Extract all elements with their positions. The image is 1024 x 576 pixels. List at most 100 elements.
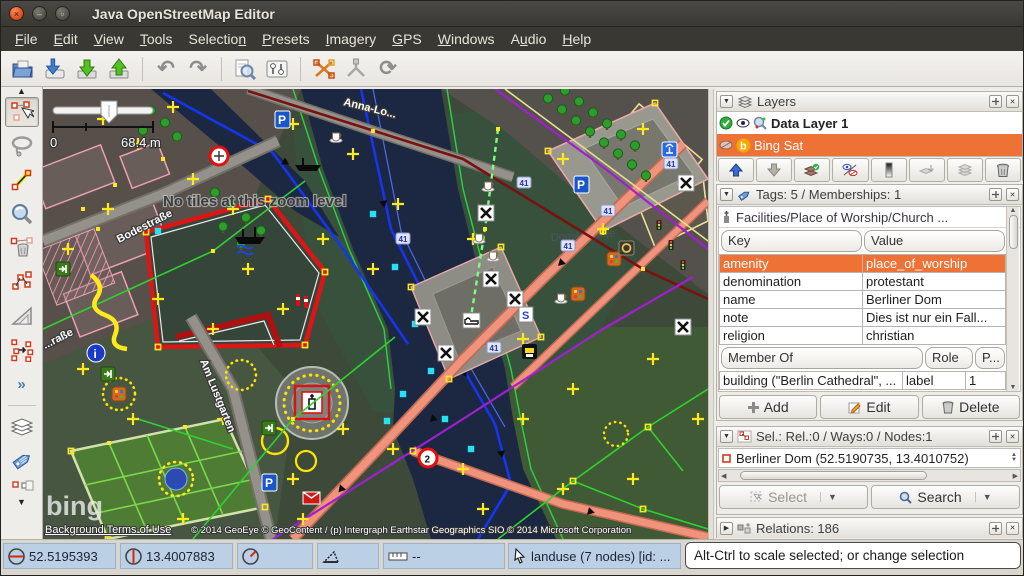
- layer-visibility-button[interactable]: [832, 158, 868, 182]
- tag-row[interactable]: denominationprotestant: [720, 273, 1006, 291]
- layer-duplicate-button[interactable]: [947, 158, 983, 182]
- selection-list-item[interactable]: Berliner Dom (52.5190735, 13.4010752) ▲▼: [718, 448, 1021, 468]
- combine-way-button[interactable]: [340, 54, 372, 84]
- relation-icon: [737, 522, 752, 535]
- membership-table[interactable]: building ("Berlin Cathedral", ... label …: [719, 371, 1006, 390]
- download-data-button[interactable]: [39, 54, 71, 84]
- menu-gps[interactable]: GPS: [384, 29, 430, 49]
- tags-table[interactable]: amenityplace_of_worship denominationprot…: [719, 254, 1006, 345]
- preferences-button[interactable]: [261, 54, 293, 84]
- menu-view[interactable]: View: [86, 29, 132, 49]
- search-dropdown-arrow[interactable]: ▼: [975, 492, 992, 502]
- draw-node-tool-button[interactable]: [5, 165, 39, 195]
- layers-close-button[interactable]: ✕: [1006, 95, 1019, 108]
- menu-windows[interactable]: Windows: [430, 29, 503, 49]
- selection-spinner[interactable]: ▲▼: [1011, 453, 1017, 463]
- tags-close-button[interactable]: ✕: [1006, 188, 1019, 201]
- menu-imagery[interactable]: Imagery: [318, 29, 385, 49]
- layer-merge-button[interactable]: [909, 158, 945, 182]
- tags-dialog-button[interactable]: [5, 446, 39, 476]
- selection-pin-button[interactable]: [989, 430, 1002, 443]
- menu-bar: FileEditViewToolsSelectionPresetsImagery…: [1, 27, 1024, 51]
- redo-button[interactable]: ↷: [182, 54, 214, 84]
- unglue-tool-button[interactable]: [5, 267, 39, 297]
- layer-buttons: [717, 156, 1022, 183]
- delete-tool-button[interactable]: [5, 233, 39, 263]
- menu-tools[interactable]: Tools: [132, 29, 181, 49]
- more-tools-button[interactable]: »: [5, 369, 39, 399]
- relations-expand-button[interactable]: ▶: [720, 522, 733, 535]
- add-tag-button[interactable]: Add: [719, 395, 817, 419]
- tag-row[interactable]: amenityplace_of_worship: [720, 255, 1006, 273]
- faded-eye-icon[interactable]: [719, 140, 733, 150]
- terms-of-use-link[interactable]: Background Terms of Use: [45, 524, 171, 536]
- menu-selection[interactable]: Selection: [181, 29, 255, 49]
- menu-edit[interactable]: Edit: [46, 29, 86, 49]
- angle-tool-button[interactable]: [5, 301, 39, 331]
- upload-button[interactable]: [103, 54, 135, 84]
- layers-panel: ▼ Layers ✕ Data Layer 1 b Bing Sat: [716, 91, 1023, 181]
- menu-help[interactable]: Help: [554, 29, 599, 49]
- edit-tag-button[interactable]: Edit: [820, 395, 918, 419]
- tags-collapse-button[interactable]: ▼: [720, 188, 733, 201]
- select-tool-button[interactable]: [5, 97, 39, 127]
- collapse-left-toolbar[interactable]: ▲: [17, 87, 26, 95]
- search-button[interactable]: [229, 54, 261, 84]
- layers-pin-button[interactable]: [989, 95, 1002, 108]
- lasso-tool-button[interactable]: [5, 131, 39, 161]
- selection-collapse-button[interactable]: ▼: [720, 430, 733, 443]
- bakery-icon: [619, 241, 634, 255]
- menu-audio[interactable]: Audio: [503, 29, 555, 49]
- value-column-header[interactable]: Value: [864, 230, 1005, 252]
- zoom-tool-button[interactable]: [5, 199, 39, 229]
- parallel-way-tool-button[interactable]: [5, 335, 39, 365]
- selection-close-button[interactable]: ✕: [1006, 430, 1019, 443]
- undo-button[interactable]: ↶: [150, 54, 182, 84]
- layer-move-up-button[interactable]: [718, 158, 754, 182]
- menu-file[interactable]: File: [7, 29, 46, 49]
- delete-tag-button[interactable]: Delete: [922, 395, 1020, 419]
- layer-row-data[interactable]: Data Layer 1: [717, 112, 1022, 134]
- svg-text:P: P: [278, 113, 286, 127]
- relations-dialog-button[interactable]: [5, 480, 39, 496]
- tag-row[interactable]: religionchristian: [720, 327, 1006, 345]
- visible-eye-icon[interactable]: [736, 118, 750, 128]
- selection-hscrollbar[interactable]: ◀▶: [718, 469, 1021, 482]
- preset-link[interactable]: Facilities/Place of Worship/Church ...: [719, 207, 1020, 228]
- search-panel-button[interactable]: Search ▼: [871, 485, 1020, 509]
- open-file-button[interactable]: [7, 54, 39, 84]
- membership-row[interactable]: building ("Berlin Cathedral", ... label …: [720, 372, 1006, 390]
- window-close-button[interactable]: ×: [9, 6, 24, 21]
- position-column-header[interactable]: P...: [975, 347, 1005, 369]
- save-button[interactable]: [71, 54, 103, 84]
- window-minimize-button[interactable]: –: [32, 6, 47, 21]
- layer-row-bing[interactable]: b Bing Sat: [717, 134, 1022, 156]
- layer-opacity-button[interactable]: [871, 158, 907, 182]
- menu-presets[interactable]: Presets: [254, 29, 317, 49]
- tags-pin-button[interactable]: [989, 188, 1002, 201]
- window-maximize-button[interactable]: ▫: [55, 6, 70, 21]
- relations-close-button[interactable]: ✕: [1006, 522, 1019, 535]
- collapse-left-dialogs[interactable]: ▼: [17, 498, 26, 506]
- layer-delete-button[interactable]: [985, 158, 1021, 182]
- key-column-header[interactable]: Key: [721, 230, 862, 252]
- split-way-button[interactable]: [308, 54, 340, 84]
- layers-collapse-button[interactable]: ▼: [720, 95, 733, 108]
- tags-scrollbar[interactable]: ▲▼: [1006, 207, 1019, 391]
- mail-icon: [303, 492, 320, 504]
- tag-row[interactable]: nameBerliner Dom: [720, 291, 1006, 309]
- select-dropdown-arrow[interactable]: ▼: [820, 492, 837, 502]
- select-button[interactable]: Select ▼: [719, 485, 868, 509]
- layer-move-down-button[interactable]: [756, 158, 792, 182]
- layers-dialog-button[interactable]: [5, 412, 39, 442]
- refresh-button[interactable]: ⟳: [372, 54, 404, 84]
- tag-row[interactable]: noteDies ist nur ein Fall...: [720, 309, 1006, 327]
- svg-text:i: i: [94, 347, 97, 361]
- layer-activate-button[interactable]: [794, 158, 830, 182]
- member-of-column-header[interactable]: Member Of: [721, 347, 923, 369]
- role-column-header[interactable]: Role: [925, 347, 973, 369]
- relations-pin-button[interactable]: [989, 522, 1002, 535]
- selection-title: Sel.: Rel.:0 / Ways:0 / Nodes:1: [756, 429, 985, 444]
- svg-text:41: 41: [564, 242, 573, 251]
- map-canvas[interactable]: DomAquaree: [43, 89, 708, 539]
